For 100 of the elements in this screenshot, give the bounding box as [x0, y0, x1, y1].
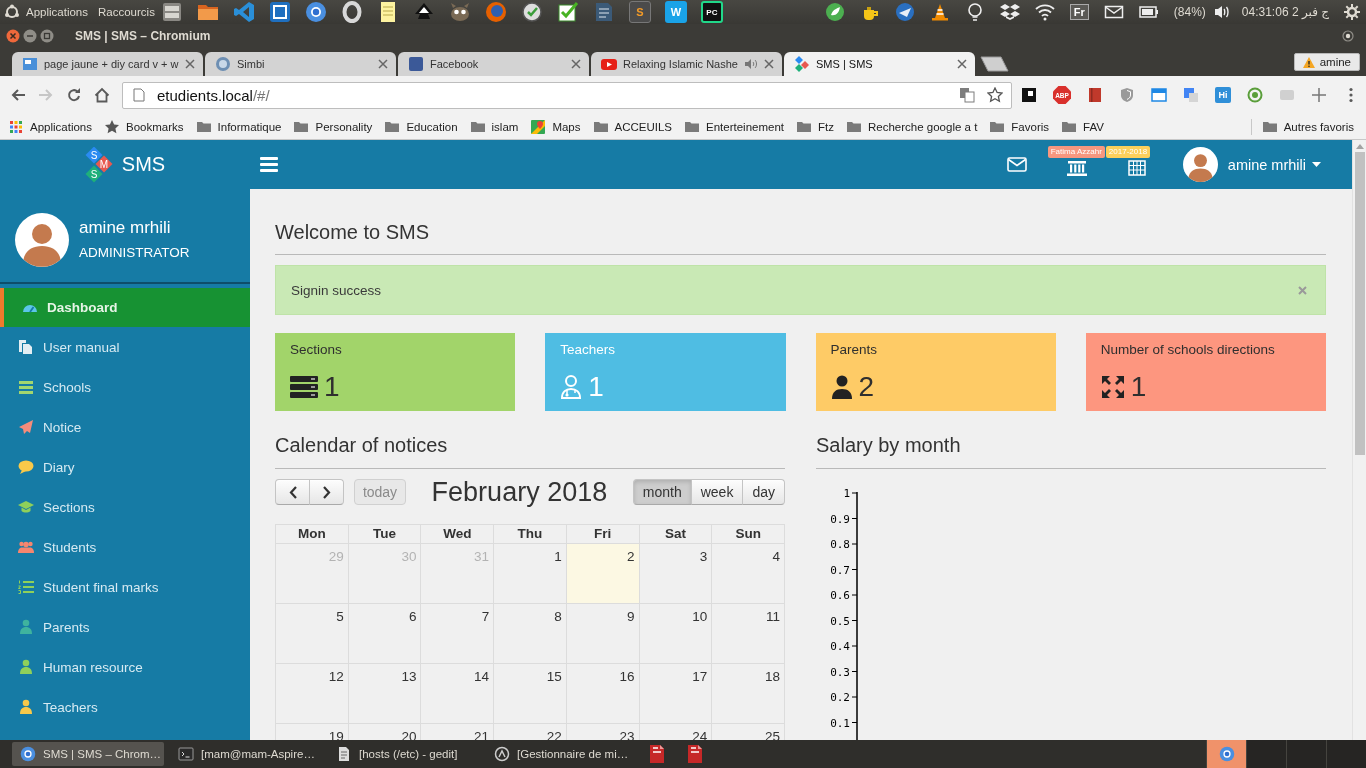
bookmark[interactable]: Maps: [530, 118, 581, 135]
wifi-icon[interactable]: [1034, 2, 1055, 22]
book-icon[interactable]: [1087, 87, 1103, 103]
close-icon[interactable]: [571, 59, 581, 69]
browser-tab[interactable]: Relaxing Islamic Nashe: [591, 52, 782, 76]
globe-icon[interactable]: [484, 1, 507, 23]
browser-tab[interactable]: SMS | SMS: [784, 52, 975, 76]
star-icon[interactable]: [987, 87, 1003, 103]
bookmark[interactable]: Bookmarks: [104, 118, 184, 135]
sidebar-item[interactable]: Parents: [0, 607, 250, 647]
taskbar-window[interactable]: [Gestionnaire de mi…: [486, 742, 638, 766]
sidebar-item[interactable]: Teachers: [0, 687, 250, 727]
sidebar-item[interactable]: User manual: [0, 327, 250, 367]
address-field[interactable]: etudients.local/#/: [122, 81, 1012, 109]
bookmark[interactable]: Ftz: [796, 118, 834, 135]
bookmark[interactable]: Personality: [293, 118, 373, 135]
creature-icon[interactable]: [448, 1, 471, 23]
circle-dot-icon[interactable]: [304, 1, 327, 23]
sidebar-item[interactable]: Diary: [0, 447, 250, 487]
traffic-cone-icon[interactable]: [929, 2, 950, 22]
bookmark[interactable]: Informatique: [195, 118, 282, 135]
view-button[interactable]: month: [632, 479, 692, 505]
next-button[interactable]: [309, 479, 344, 505]
leaf-icon[interactable]: [824, 2, 845, 22]
bookmark[interactable]: ACCEUILS: [592, 118, 673, 135]
square-icon: [408, 56, 424, 72]
taskbar-window[interactable]: [hosts (/etc) - gedit]: [328, 742, 480, 766]
plus-icon[interactable]: [1311, 87, 1327, 103]
window-icon[interactable]: [1151, 87, 1167, 103]
minimize-button[interactable]: [23, 29, 37, 43]
envelope-icon[interactable]: [1006, 157, 1027, 172]
bank-icon[interactable]: [1066, 159, 1087, 176]
workspace-switcher[interactable]: [1206, 740, 1366, 768]
cabinet-icon[interactable]: [160, 1, 183, 23]
sidebar-user-name: amine mrhili: [79, 217, 171, 239]
calendar-icon[interactable]: [1127, 159, 1146, 176]
browser-tab[interactable]: page jaune + diy card v + w: [12, 52, 203, 76]
ring-icon[interactable]: [4, 4, 20, 20]
document-icon[interactable]: [686, 744, 704, 764]
menu-icon[interactable]: [260, 157, 278, 172]
square-icon[interactable]: [1021, 87, 1037, 103]
close-icon[interactable]: [378, 59, 388, 69]
diamonds-icon[interactable]: [999, 2, 1020, 22]
overlapping-squares-icon[interactable]: [1183, 87, 1199, 103]
bookmark[interactable]: Recherche google a t: [846, 118, 978, 135]
gear-icon[interactable]: [1344, 4, 1360, 20]
sidebar-item[interactable]: Students: [0, 527, 250, 567]
sidebar-item[interactable]: Schools: [0, 367, 250, 407]
scrollbar-thumb[interactable]: [1354, 152, 1365, 455]
bookmark[interactable]: Enterteinement: [684, 118, 785, 135]
sidebar-item[interactable]: Sections: [0, 487, 250, 527]
previous-button[interactable]: [275, 479, 310, 505]
bookmark[interactable]: Applications: [8, 118, 92, 135]
sidebar-item[interactable]: Notice: [0, 407, 250, 447]
user-name[interactable]: amine mrhili: [1227, 156, 1306, 173]
close-icon[interactable]: [764, 59, 774, 69]
view-button[interactable]: day: [742, 479, 785, 505]
close-icon[interactable]: [185, 59, 195, 69]
picture-icon: [22, 56, 38, 72]
check-circle-icon[interactable]: [520, 1, 543, 23]
close-button[interactable]: [6, 29, 20, 43]
view-button[interactable]: week: [690, 479, 744, 505]
more-icon[interactable]: [1348, 87, 1354, 103]
clock[interactable]: ج فبر 2 04:31:06: [1241, 5, 1329, 19]
maximize-button[interactable]: [40, 29, 54, 43]
taskbar-window[interactable]: [mam@mam-Aspire…: [170, 742, 322, 766]
reload-icon[interactable]: [66, 87, 82, 103]
sidebar-item[interactable]: Dashboard: [0, 288, 250, 327]
paper-plane-icon[interactable]: [894, 2, 915, 22]
sidebar-item[interactable]: Human resource: [0, 647, 250, 687]
launcher-tile[interactable]: PC: [700, 1, 723, 23]
target-icon[interactable]: [1247, 87, 1263, 103]
ribbon-icon[interactable]: [232, 1, 255, 23]
bookmark[interactable]: Favoris: [989, 118, 1050, 135]
sidebar-item[interactable]: Student final marks: [0, 567, 250, 607]
close-icon[interactable]: [957, 59, 967, 69]
bookmark[interactable]: Autres favoris: [1261, 118, 1354, 135]
launcher-tile[interactable]: S: [628, 1, 651, 23]
new-tab-button[interactable]: [980, 56, 1010, 72]
home-icon[interactable]: [94, 87, 110, 103]
speaker-icon[interactable]: [1213, 4, 1230, 20]
profile-button[interactable]: amine: [1293, 53, 1360, 71]
overlapping-squares-icon[interactable]: [959, 87, 975, 103]
ring-icon[interactable]: [340, 1, 363, 23]
document-icon[interactable]: [648, 744, 666, 764]
bookmark[interactable]: FAV: [1061, 118, 1104, 135]
panel-menu[interactable]: Raccourcis: [98, 6, 155, 18]
panel-menu[interactable]: Applications: [26, 6, 88, 18]
back-arrow-icon[interactable]: [10, 87, 26, 103]
framed-square-icon[interactable]: [268, 1, 291, 23]
bookmark[interactable]: islam: [469, 118, 519, 135]
check-box-icon[interactable]: [556, 1, 579, 23]
keyboard-layout-indicator[interactable]: Fr: [1069, 4, 1089, 20]
bookmark[interactable]: Education: [384, 118, 458, 135]
day-number: 16: [619, 670, 635, 684]
workspace-cell[interactable]: [1206, 740, 1246, 768]
browser-tab[interactable]: Simbi: [205, 52, 396, 76]
caret-icon[interactable]: [1312, 162, 1321, 167]
taskbar-window[interactable]: SMS | SMS – Chrom…: [12, 742, 164, 766]
browser-tab[interactable]: Facebook: [398, 52, 589, 76]
